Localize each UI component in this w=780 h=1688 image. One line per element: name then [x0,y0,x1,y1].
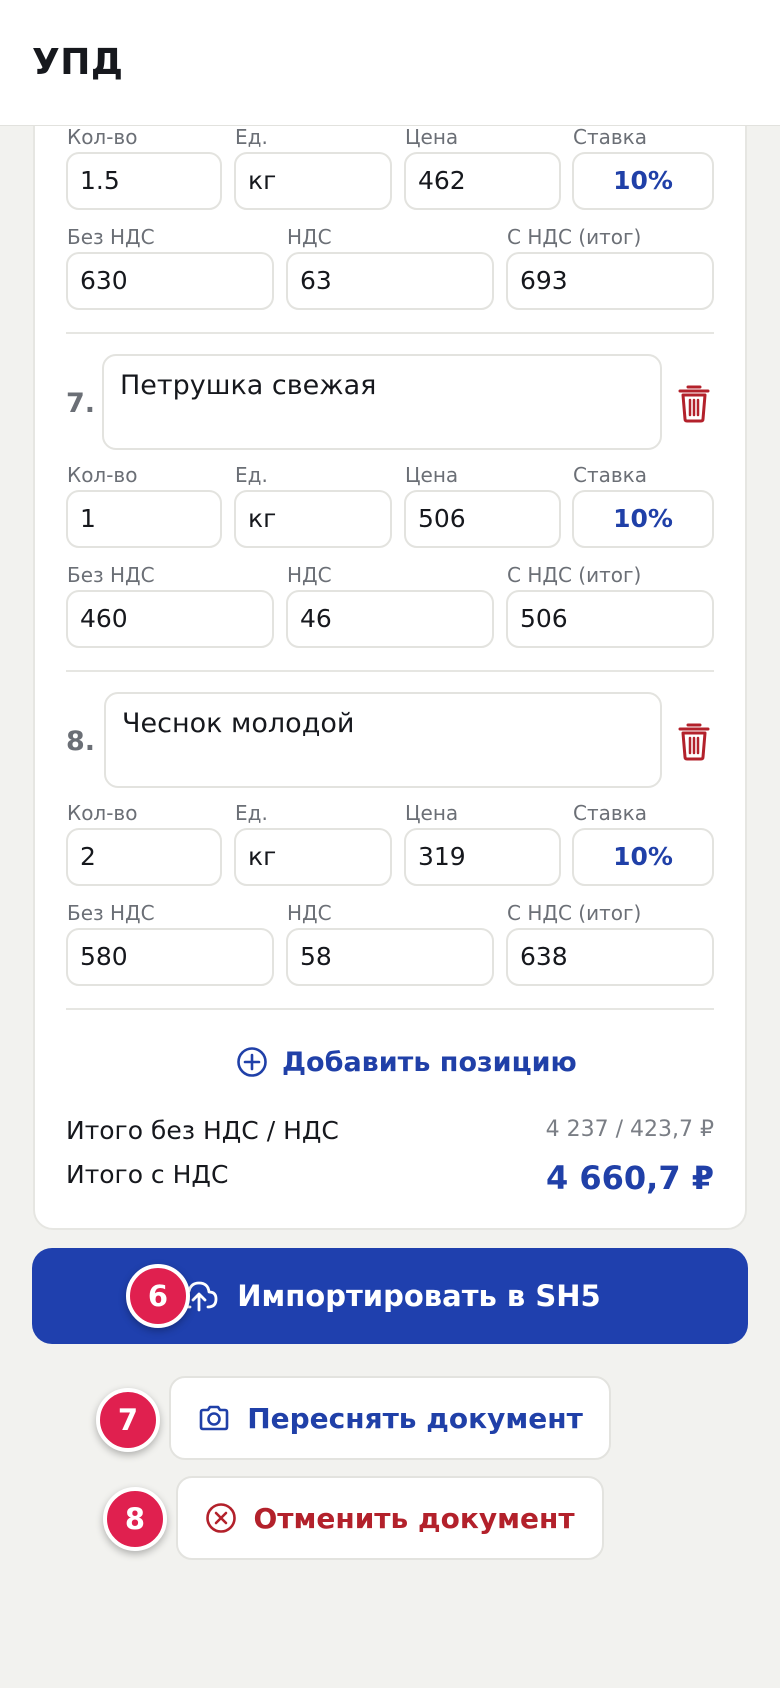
net-label: Без НДС [67,901,155,925]
vat-label: НДС [287,225,332,249]
total-gross-value: 4 660,7 ₽ [545,1159,714,1197]
price-label: Цена [405,801,459,825]
gross-field[interactable]: 638 [506,928,714,986]
add-position-label: Добавить позицию [282,1046,577,1078]
positions-list: Кол-во Ед. Цена Ставка 1.5 кг 462 10% Бе… [0,0,780,1240]
vat-field[interactable]: 58 [286,928,494,986]
import-button-label: Импортировать в SH5 [237,1279,601,1313]
product-name-field[interactable]: Чеснок молодой [104,692,662,788]
cancel-button-label: Отменить документ [253,1501,575,1535]
vat-field[interactable]: 46 [286,590,494,648]
rate-select[interactable]: 10% [572,490,714,548]
net-field[interactable]: 630 [66,252,274,310]
vat-label: НДС [287,563,332,587]
qty-label: Кол-во [67,125,138,149]
vat-label: НДС [287,901,332,925]
price-label: Цена [405,463,459,487]
add-position-button[interactable]: Добавить позицию [236,1040,577,1084]
trash-icon[interactable] [677,383,711,423]
retake-document-button[interactable]: Переснять документ [169,1376,611,1460]
price-field[interactable]: 319 [404,828,561,886]
total-net-vat-label: Итого без НДС / НДС [66,1116,339,1145]
rate-label: Ставка [573,125,647,149]
price-label: Цена [405,125,459,149]
price-field[interactable]: 506 [404,490,561,548]
vat-field[interactable]: 63 [286,252,494,310]
price-field[interactable]: 462 [404,152,561,210]
step-badge-8: 8 [103,1487,167,1551]
item-divider [66,670,714,672]
page-title: УПД [32,42,124,83]
item-divider [66,332,714,334]
step-badge-6: 6 [126,1264,190,1328]
gross-label: С НДС (итог) [507,563,642,587]
gross-field[interactable]: 693 [506,252,714,310]
position-number: 8. [66,726,96,757]
qty-label: Кол-во [67,463,138,487]
unit-field[interactable]: кг [234,152,392,210]
unit-label: Ед. [235,801,268,825]
rate-select[interactable]: 10% [572,152,714,210]
net-field[interactable]: 580 [66,928,274,986]
position-number: 7. [66,388,96,419]
trash-icon[interactable] [677,721,711,761]
retake-button-label: Переснять документ [247,1401,583,1435]
net-label: Без НДС [67,225,155,249]
plus-circle-icon [237,1047,267,1077]
total-net-vat-value: 4 237 / 423,7 ₽ [545,1117,714,1142]
gross-label: С НДС (итог) [507,901,642,925]
unit-label: Ед. [235,463,268,487]
net-field[interactable]: 460 [66,590,274,648]
unit-field[interactable]: кг [234,828,392,886]
qty-label: Кол-во [67,801,138,825]
rate-label: Ставка [573,463,647,487]
app-header: УПД [0,0,780,126]
qty-field[interactable]: 2 [66,828,222,886]
unit-label: Ед. [235,125,268,149]
gross-label: С НДС (итог) [507,225,642,249]
camera-icon [199,1405,229,1431]
step-badge-7: 7 [96,1388,160,1452]
gross-field[interactable]: 506 [506,590,714,648]
close-circle-icon [206,1503,237,1533]
total-gross-label: Итого с НДС [66,1160,229,1189]
qty-field[interactable]: 1.5 [66,152,222,210]
product-name-field[interactable]: Петрушка свежая [102,354,662,450]
net-label: Без НДС [67,563,155,587]
rate-label: Ставка [573,801,647,825]
qty-field[interactable]: 1 [66,490,222,548]
item-divider [66,1008,714,1010]
rate-select[interactable]: 10% [572,828,714,886]
unit-field[interactable]: кг [234,490,392,548]
cancel-document-button[interactable]: Отменить документ [176,1476,604,1560]
